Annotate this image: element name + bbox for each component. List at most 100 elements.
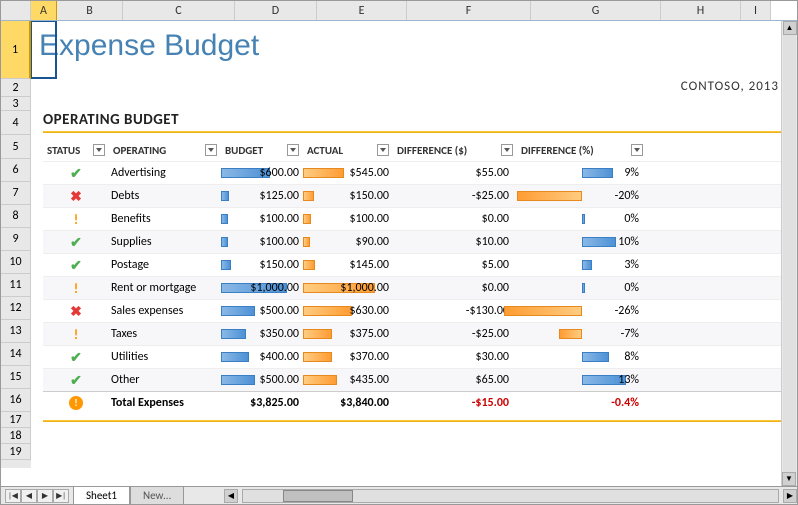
actual-cell: $370.00: [303, 350, 393, 364]
pct-cell: 9%: [517, 166, 647, 180]
operating-cell: Benefits: [109, 212, 221, 226]
operating-cell: Supplies: [109, 235, 221, 249]
scroll-left-icon[interactable]: ◀: [224, 489, 238, 503]
col-header-H[interactable]: H: [661, 1, 741, 20]
row-header-1[interactable]: 1: [1, 21, 31, 79]
actual-cell: $150.00: [303, 189, 393, 203]
table-row: ✔Other$500.00$435.00$65.0013%: [43, 368, 785, 391]
col-header-G[interactable]: G: [531, 1, 661, 20]
col-header-C[interactable]: C: [123, 1, 235, 20]
warning-icon: !: [74, 326, 79, 343]
diff-cell: $55.00: [393, 166, 517, 180]
scroll-up-icon[interactable]: ▲: [783, 21, 797, 35]
row-header-10[interactable]: 10: [1, 251, 31, 274]
first-sheet-icon[interactable]: |◀: [5, 489, 21, 503]
table-row-total: ! Total Expenses $3,825.00 $3,840.00 -$1…: [43, 391, 785, 414]
diff-cell: $0.00: [393, 212, 517, 226]
column-headers: A B C D E F G H I: [1, 1, 797, 21]
actual-cell: $100.00: [303, 212, 393, 226]
col-header-E[interactable]: E: [317, 1, 407, 20]
row-header-9[interactable]: 9: [1, 228, 31, 251]
table-row: ✔Supplies$100.00$90.00$10.0010%: [43, 230, 785, 253]
vertical-scrollbar[interactable]: ▲ ▼: [781, 21, 797, 486]
check-icon: ✔: [70, 165, 82, 182]
row-header-4[interactable]: 4: [1, 111, 31, 135]
scrollbar-track[interactable]: [783, 35, 796, 472]
scroll-right-icon[interactable]: ▶: [783, 489, 797, 503]
row-header-16[interactable]: 16: [1, 389, 31, 412]
row-header-14[interactable]: 14: [1, 343, 31, 366]
filter-dropdown-icon[interactable]: [205, 144, 217, 156]
filter-dropdown-icon[interactable]: [93, 144, 105, 156]
row-header-8[interactable]: 8: [1, 205, 31, 228]
budget-cell: $125.00: [221, 189, 303, 203]
filter-dropdown-icon[interactable]: [631, 144, 643, 156]
status-cell: !: [43, 280, 109, 297]
tab-new[interactable]: New…: [130, 487, 184, 504]
pct-cell: -7%: [517, 327, 647, 341]
status-cell: ✔: [43, 257, 109, 274]
table-row: !Benefits$100.00$100.00$0.000%: [43, 207, 785, 230]
scroll-down-icon[interactable]: ▼: [782, 472, 796, 486]
row-header-7[interactable]: 7: [1, 182, 31, 205]
scrollbar-thumb[interactable]: [283, 490, 353, 502]
col-header-I[interactable]: I: [741, 1, 771, 20]
table-row: !Taxes$350.00$375.00-$25.00-7%: [43, 322, 785, 345]
diff-cell: $10.00: [393, 235, 517, 249]
pct-cell: 8%: [517, 350, 647, 364]
row-header-6[interactable]: 6: [1, 159, 31, 182]
status-cell: ✔: [43, 372, 109, 389]
col-header-F[interactable]: F: [407, 1, 531, 20]
spreadsheet-grid[interactable]: Expense Budget CONTOSO, 2013 OPERATING B…: [31, 21, 797, 468]
prev-sheet-icon[interactable]: ◀: [21, 489, 37, 503]
diff-cell: $65.00: [393, 373, 517, 387]
diff-cell: -$25.00: [393, 327, 517, 341]
row-header-13[interactable]: 13: [1, 320, 31, 343]
col-header-A[interactable]: A: [31, 1, 57, 20]
row-header-19[interactable]: 19: [1, 444, 31, 460]
row-header-5[interactable]: 5: [1, 135, 31, 159]
filter-dropdown-icon[interactable]: [287, 144, 299, 156]
header-operating: OPERATING: [109, 144, 221, 157]
actual-cell: $90.00: [303, 235, 393, 249]
status-cell: ✖: [43, 188, 109, 205]
pct-cell: 13%: [517, 373, 647, 387]
col-header-B[interactable]: B: [57, 1, 123, 20]
row-header-15[interactable]: 15: [1, 366, 31, 389]
table-row: !Rent or mortgage$1,000.00$1,000.00$0.00…: [43, 276, 785, 299]
budget-cell: $100.00: [221, 235, 303, 249]
table-row: ✔Postage$150.00$145.00$5.003%: [43, 253, 785, 276]
pct-cell: 0%: [517, 212, 647, 226]
actual-cell: $1,000.00: [303, 281, 393, 295]
row-header-2[interactable]: 2: [1, 79, 31, 97]
header-diff: DIFFERENCE ($): [393, 144, 517, 157]
actual-cell: $145.00: [303, 258, 393, 272]
horizontal-scrollbar[interactable]: [242, 489, 779, 503]
row-header-3[interactable]: 3: [1, 97, 31, 111]
last-sheet-icon[interactable]: ▶|: [53, 489, 69, 503]
row-header-17[interactable]: 17: [1, 412, 31, 428]
diff-cell: $5.00: [393, 258, 517, 272]
budget-table: STATUS OPERATING BUDGET ACTUAL DIFFERENC…: [43, 139, 785, 414]
operating-cell: Sales expenses: [109, 304, 221, 318]
row-header-11[interactable]: 11: [1, 274, 31, 297]
x-icon: ✖: [70, 303, 82, 320]
pct-cell: 3%: [517, 258, 647, 272]
next-sheet-icon[interactable]: ▶: [37, 489, 53, 503]
select-all-corner[interactable]: [1, 1, 31, 20]
filter-dropdown-icon[interactable]: [377, 144, 389, 156]
tab-sheet1[interactable]: Sheet1: [73, 487, 130, 504]
table-row: ✔Advertising$600.00$545.00$55.009%: [43, 161, 785, 184]
filter-dropdown-icon[interactable]: [501, 144, 513, 156]
budget-cell: $1,000.00: [221, 281, 303, 295]
sheet-tabs-bar: |◀ ◀ ▶ ▶| Sheet1 New… ◀ ▶: [1, 486, 797, 504]
operating-cell: Other: [109, 373, 221, 387]
row-header-18[interactable]: 18: [1, 428, 31, 444]
pct-cell: -20%: [517, 189, 647, 203]
col-header-D[interactable]: D: [235, 1, 317, 20]
budget-cell: $500.00: [221, 304, 303, 318]
row-header-12[interactable]: 12: [1, 297, 31, 320]
x-icon: ✖: [70, 188, 82, 205]
header-actual: ACTUAL: [303, 144, 393, 157]
diff-cell: $0.00: [393, 281, 517, 295]
